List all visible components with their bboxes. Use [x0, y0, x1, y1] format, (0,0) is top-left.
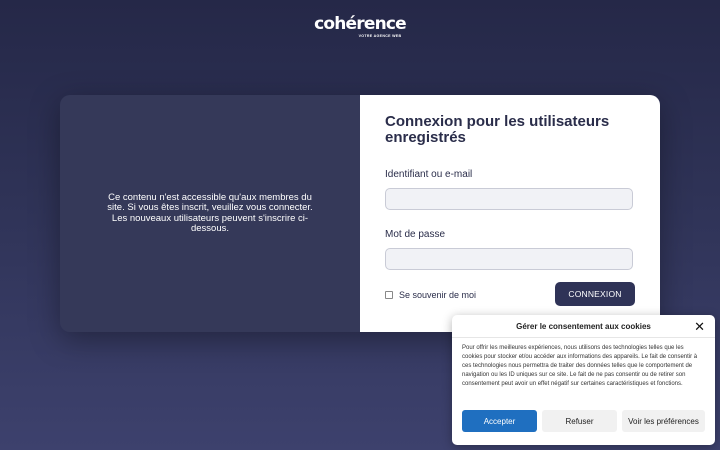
cookie-consent-banner: Gérer le consentement aux cookies ✕ Pour… — [452, 315, 715, 445]
username-input[interactable] — [385, 188, 633, 210]
remember-me-label: Se souvenir de moi — [399, 290, 477, 300]
logo-tagline: VOTRE AGENCE WEB — [358, 34, 402, 38]
members-info-panel: Ce contenu n'est accessible qu'aux membr… — [60, 95, 360, 332]
members-only-message: Ce contenu n'est accessible qu'aux membr… — [107, 191, 313, 234]
logo-wordmark: cohérence — [314, 14, 407, 34]
cookie-refuse-button[interactable]: Refuser — [542, 410, 617, 432]
login-form: Connexion pour les utilisateurs enregist… — [360, 95, 660, 332]
password-label: Mot de passe — [385, 229, 446, 240]
close-icon[interactable]: ✕ — [694, 320, 705, 333]
cookie-preferences-button[interactable]: Voir les préférences — [622, 410, 705, 432]
cookie-accept-button[interactable]: Accepter — [462, 410, 537, 432]
remember-me[interactable]: Se souvenir de moi — [385, 290, 476, 300]
login-card: Ce contenu n'est accessible qu'aux membr… — [60, 95, 660, 332]
brand-logo[interactable]: cohérence VOTRE AGENCE WEB — [0, 14, 720, 38]
cookie-divider — [452, 337, 715, 338]
login-submit-button[interactable]: CONNEXION — [555, 282, 635, 306]
cookie-banner-text: Pour offrir les meilleures expériences, … — [462, 345, 698, 387]
cookie-banner-title: Gérer le consentement aux cookies — [516, 322, 651, 331]
login-title: Connexion pour les utilisateurs enregist… — [385, 113, 610, 146]
password-input[interactable] — [385, 248, 633, 270]
remember-me-checkbox[interactable] — [385, 291, 393, 299]
username-label: Identifiant ou e-mail — [385, 169, 473, 180]
